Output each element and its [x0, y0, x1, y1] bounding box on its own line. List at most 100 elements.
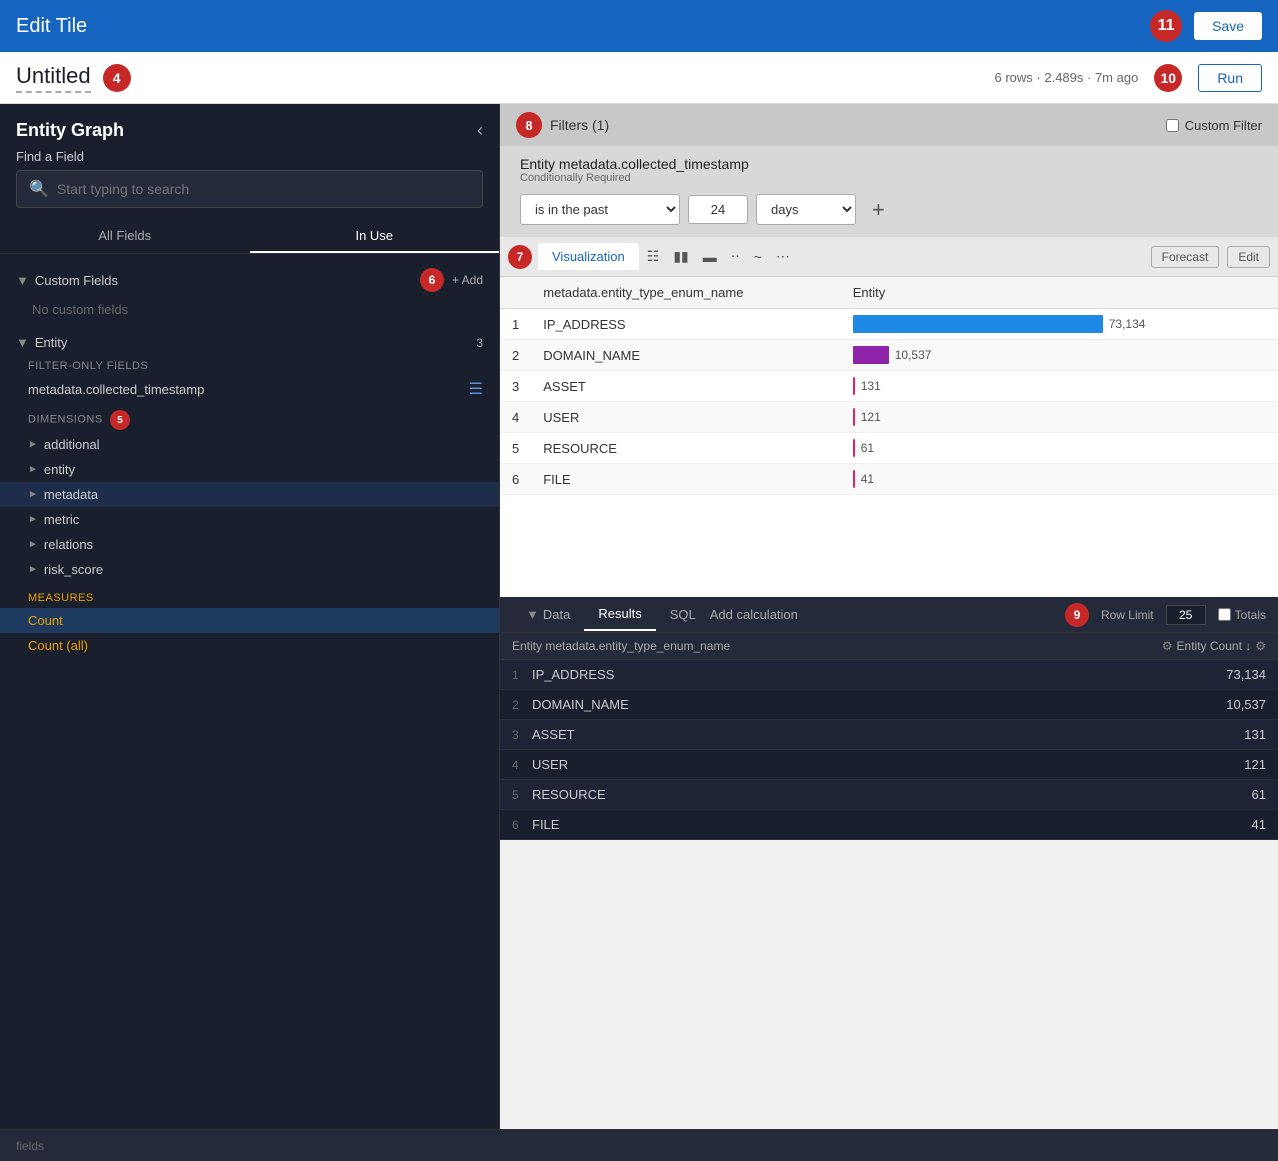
filter-controls: is in the past days +: [520, 194, 1258, 225]
more-options-button[interactable]: ⋯: [770, 244, 796, 269]
data-tab-right: 9 Row Limit Totals: [1065, 603, 1266, 627]
tab-in-use[interactable]: In Use: [250, 220, 500, 253]
dim-risk-score[interactable]: ► risk_score: [0, 557, 499, 582]
table-row: 3 ASSET 131: [500, 720, 1278, 750]
tab-sql[interactable]: SQL: [656, 599, 710, 630]
filter-field-item[interactable]: metadata.collected_timestamp ☰: [0, 374, 499, 404]
run-button[interactable]: Run: [1198, 64, 1262, 92]
tile-title[interactable]: Untitled: [16, 63, 91, 93]
data-row-name: USER: [532, 757, 1146, 772]
entity-graph-title: Entity Graph: [16, 120, 124, 141]
measure-count[interactable]: Count: [0, 608, 499, 633]
dim-metadata[interactable]: ► metadata: [0, 482, 499, 507]
viz-tabs: 7 Visualization ☷ ▮▮ ▬ ⋅⋅ ~ ⋯: [508, 243, 796, 270]
chart-row-bar: 131: [841, 371, 1278, 402]
field-tabs: All Fields In Use: [0, 220, 499, 254]
data-row-value: 73,134: [1146, 667, 1266, 682]
custom-fields-section: ▼ Custom Fields 6 + Add: [0, 262, 499, 298]
add-custom-field-link[interactable]: + Add: [452, 273, 483, 287]
right-panel: 8 Filters (1) Custom Filter Entity metad…: [500, 104, 1278, 1129]
data-col-name-header: Entity metadata.entity_type_enum_name: [512, 639, 1146, 653]
row-limit-input[interactable]: [1166, 605, 1206, 625]
no-custom-fields-text: No custom fields: [0, 298, 499, 329]
table-icon-button[interactable]: ☷: [641, 244, 666, 269]
filter-add-button[interactable]: +: [872, 197, 885, 223]
data-row-num: 1: [512, 668, 532, 682]
dim-metric[interactable]: ► metric: [0, 507, 499, 532]
data-row-value: 10,537: [1146, 697, 1266, 712]
filter-only-label: FILTER-ONLY FIELDS: [0, 356, 499, 374]
data-row-num: 6: [512, 818, 532, 832]
table-row: 1 IP_ADDRESS 73,134: [500, 660, 1278, 690]
chart-row-name: USER: [531, 402, 841, 433]
chevron-icon: ►: [28, 564, 38, 575]
badge-11: 11: [1150, 10, 1182, 42]
data-row-num: 5: [512, 788, 532, 802]
filter-field-name: Entity metadata.collected_timestamp: [520, 156, 1258, 172]
data-row-value: 41: [1146, 817, 1266, 832]
status-label: fields: [16, 1139, 44, 1153]
chart-row-num: 2: [500, 340, 531, 371]
chart-row-num: 3: [500, 371, 531, 402]
tab-data[interactable]: ▼ Data: [512, 599, 584, 630]
chart-row-name: ASSET: [531, 371, 841, 402]
chart-row-bar: 73,134: [841, 309, 1278, 340]
entity-count: 3: [476, 336, 483, 350]
data-row-value: 131: [1146, 727, 1266, 742]
badge-9: 9: [1065, 603, 1089, 627]
tab-all-fields[interactable]: All Fields: [0, 220, 250, 253]
data-tabs: ▼ Data Results SQL Add calculation: [512, 598, 798, 631]
gear-icon[interactable]: ⚙: [1162, 639, 1173, 653]
badge-5: 5: [110, 410, 130, 430]
filter-number-input[interactable]: [688, 195, 748, 224]
data-col-val-header: ⚙ Entity Count ↓ ⚙: [1146, 639, 1266, 653]
badge-10: 10: [1154, 64, 1182, 92]
chart-row-num: 6: [500, 464, 531, 495]
edit-button[interactable]: Edit: [1227, 246, 1270, 268]
dim-relations[interactable]: ► relations: [0, 532, 499, 557]
filters-label: Filters (1): [550, 117, 609, 133]
viz-right-btns: Forecast Edit: [1151, 246, 1270, 268]
gear-icon-right[interactable]: ⚙: [1255, 639, 1266, 653]
data-table-header: Entity metadata.entity_type_enum_name ⚙ …: [500, 633, 1278, 660]
collapse-button[interactable]: ‹: [477, 120, 483, 141]
forecast-button[interactable]: Forecast: [1151, 246, 1220, 268]
chart-row-num: 5: [500, 433, 531, 464]
search-input[interactable]: [57, 181, 470, 197]
chevron-icon: ►: [28, 464, 38, 475]
badge-8: 8: [516, 112, 542, 138]
filter-unit-select[interactable]: days: [756, 194, 856, 225]
filter-type-select[interactable]: is in the past: [520, 194, 680, 225]
left-panel: Entity Graph ‹ Find a Field 🔍 All Fields…: [0, 104, 500, 1129]
entity-label: ▼ Entity: [16, 335, 67, 350]
column-chart-icon-button[interactable]: ▬: [697, 245, 723, 269]
custom-filter-checkbox[interactable]: [1166, 119, 1179, 132]
data-row-name: DOMAIN_NAME: [532, 697, 1146, 712]
data-tabs-row: ▼ Data Results SQL Add calculation 9 Row…: [500, 597, 1278, 633]
data-row-value: 121: [1146, 757, 1266, 772]
data-panel: ▼ Data Results SQL Add calculation 9 Row…: [500, 597, 1278, 840]
badge-7: 7: [508, 245, 532, 269]
chart-row-name: FILE: [531, 464, 841, 495]
bar-chart-icon-button[interactable]: ▮▮: [667, 244, 694, 269]
chart-row-bar: 121: [841, 402, 1278, 433]
save-button[interactable]: Save: [1194, 12, 1262, 40]
col-entity-header: Entity: [841, 277, 1278, 309]
search-box: 🔍: [16, 170, 483, 208]
entity-graph-header: Entity Graph ‹: [0, 104, 499, 149]
chevron-icon: ►: [28, 439, 38, 450]
table-row: 4 USER 121: [500, 750, 1278, 780]
add-calculation-button[interactable]: Add calculation: [710, 607, 798, 622]
data-rows: 1 IP_ADDRESS 73,134 2 DOMAIN_NAME 10,537…: [500, 660, 1278, 840]
totals-checkbox[interactable]: [1218, 608, 1231, 621]
tab-visualization[interactable]: Visualization: [538, 243, 639, 270]
chart-row-name: RESOURCE: [531, 433, 841, 464]
scatter-icon-button[interactable]: ⋅⋅: [725, 244, 746, 269]
line-chart-icon-button[interactable]: ~: [748, 245, 768, 269]
tab-results[interactable]: Results: [584, 598, 655, 631]
dim-additional[interactable]: ► additional: [0, 432, 499, 457]
badge-6: 6: [420, 268, 444, 292]
measure-count-all[interactable]: Count (all): [0, 633, 499, 658]
dim-entity[interactable]: ► entity: [0, 457, 499, 482]
chevron-icon: ►: [28, 539, 38, 550]
